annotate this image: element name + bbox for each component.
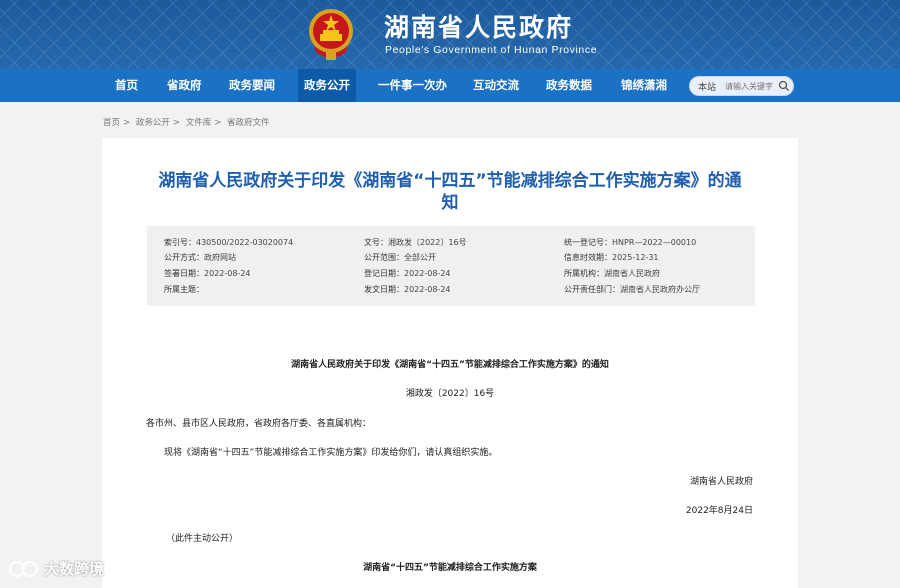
nav-item-interaction[interactable]: 互动交流 [473,69,519,102]
meta-label: 信息时效期： [564,253,612,262]
meta-pub-date: 发文日期：2022-08-24 [364,284,451,295]
search-scope[interactable]: 本站 [698,80,716,93]
national-emblem-icon [309,9,353,60]
breadcrumb-file-library[interactable]: 文件库 [186,118,212,128]
nav-item-one-stop[interactable]: 一件事一次办 [378,69,447,102]
meta-value: 湖南省人民政府 [604,269,660,278]
meta-reg-date: 登记日期：2022-08-24 [364,268,451,279]
meta-regno: 统一登记号：HNPR—2022—00010 [564,237,696,248]
document-title: 湖南省人民政府关于印发《湖南省“十四五”节能减排综合工作实施方案》的通 知 [130,170,770,214]
meta-topic: 所属主题： [164,284,204,295]
nav-item-home[interactable]: 首页 [115,69,138,102]
breadcrumb-open-gov[interactable]: 政务公开 [136,118,170,128]
document-panel: 湖南省人民政府关于印发《湖南省“十四五”节能减排综合工作实施方案》的通 知 索引… [102,138,798,588]
watermark: 大数跨境 [8,558,104,579]
meta-label: 文号： [364,238,388,247]
breadcrumb-gov-files[interactable]: 省政府文件 [227,118,270,128]
search-input[interactable] [725,80,777,93]
nav-item-open-gov[interactable]: 政务公开 [298,69,356,102]
body-date: 2022年8月24日 [685,506,753,516]
meta-value: 2025-12-31 [612,253,659,262]
body-heading: 湖南省人民政府关于印发《湖南省“十四五”节能减排综合工作实施方案》的通知 [291,360,609,370]
meta-index: 索引号：430500/2022-03020074 [164,237,293,248]
nav-item-news[interactable]: 政务要闻 [229,69,275,102]
body-docno: 湘政发〔2022〕16号 [405,389,495,399]
meta-label: 统一登记号： [564,238,612,247]
document-title-line1: 湖南省人民政府关于印发《湖南省“十四五”节能减排综合工作实施方案》的通 [158,171,742,191]
breadcrumb-separator: > [214,118,222,128]
meta-label: 所属主题： [164,285,204,294]
watermark-logo-icon [9,560,38,577]
attachment-title: 湖南省“十四五”节能减排综合工作实施方案 [363,563,537,573]
meta-label: 发文日期： [364,285,404,294]
meta-org: 所属机构：湖南省人民政府 [564,268,660,279]
meta-label: 公开范围： [364,253,404,262]
meta-value: 2022-08-24 [204,269,251,278]
meta-label: 公开方式： [164,253,204,262]
document-title-line2: 知 [441,193,459,213]
meta-label: 索引号： [164,238,196,247]
watermark-text: 大数跨境 [44,560,105,578]
nav-item-scenery[interactable]: 锦绣潇湘 [621,69,667,102]
meta-value: 430500/2022-03020074 [196,238,294,247]
meta-label: 登记日期： [364,269,404,278]
body-recipients: 各市州、县市区人民政府，省政府各厅委、各直属机构： [146,419,372,429]
site-subtitle: People's Government of Hunan Province [385,44,598,56]
meta-value: 2022-08-24 [404,269,451,278]
breadcrumb-separator: > [123,118,131,128]
nav-item-data[interactable]: 政务数据 [546,69,592,102]
breadcrumb-separator: > [172,118,180,128]
meta-value: 政府网站 [204,253,236,262]
breadcrumb-home[interactable]: 首页 [103,118,120,128]
body-signature: 湖南省人民政府 [689,477,753,487]
meta-sign-date: 签署日期：2022-08-24 [164,268,251,279]
meta-dept: 公开责任部门：湖南省人民政府办公厅 [564,284,700,295]
nav-item-province-gov[interactable]: 省政府 [167,69,202,102]
site-header: 湖南省人民政府 People's Government of Hunan Pro… [0,0,900,69]
meta-expire: 信息时效期：2025-12-31 [564,252,659,263]
breadcrumb: 首页 > 政务公开 > 文件库 > 省政府文件 [103,116,273,128]
body-note: （此件主动公开） [166,534,239,544]
meta-scope: 公开范围：全部公开 [364,252,436,263]
meta-value: 2022-08-24 [404,285,451,294]
meta-label: 签署日期： [164,269,204,278]
site-title: 湖南省人民政府 [384,13,574,42]
document-meta-table: 索引号：430500/2022-03020074 文号：湘政发〔2022〕16号… [147,226,755,306]
search-box: 本站 [689,76,794,96]
meta-docno: 文号：湘政发〔2022〕16号 [364,237,467,248]
meta-method: 公开方式：政府网站 [164,252,236,263]
meta-value: 湖南省人民政府办公厅 [620,285,700,294]
meta-label: 公开责任部门： [564,285,620,294]
meta-value: HNPR—2022—00010 [612,238,697,247]
body-content: 现将《湖南省“十四五”节能减排综合工作实施方案》印发给你们，请认真组织实施。 [164,448,498,458]
meta-label: 所属机构： [564,269,604,278]
meta-value: 湘政发〔2022〕16号 [388,238,467,247]
meta-value: 全部公开 [404,253,436,262]
search-icon[interactable] [778,80,790,92]
